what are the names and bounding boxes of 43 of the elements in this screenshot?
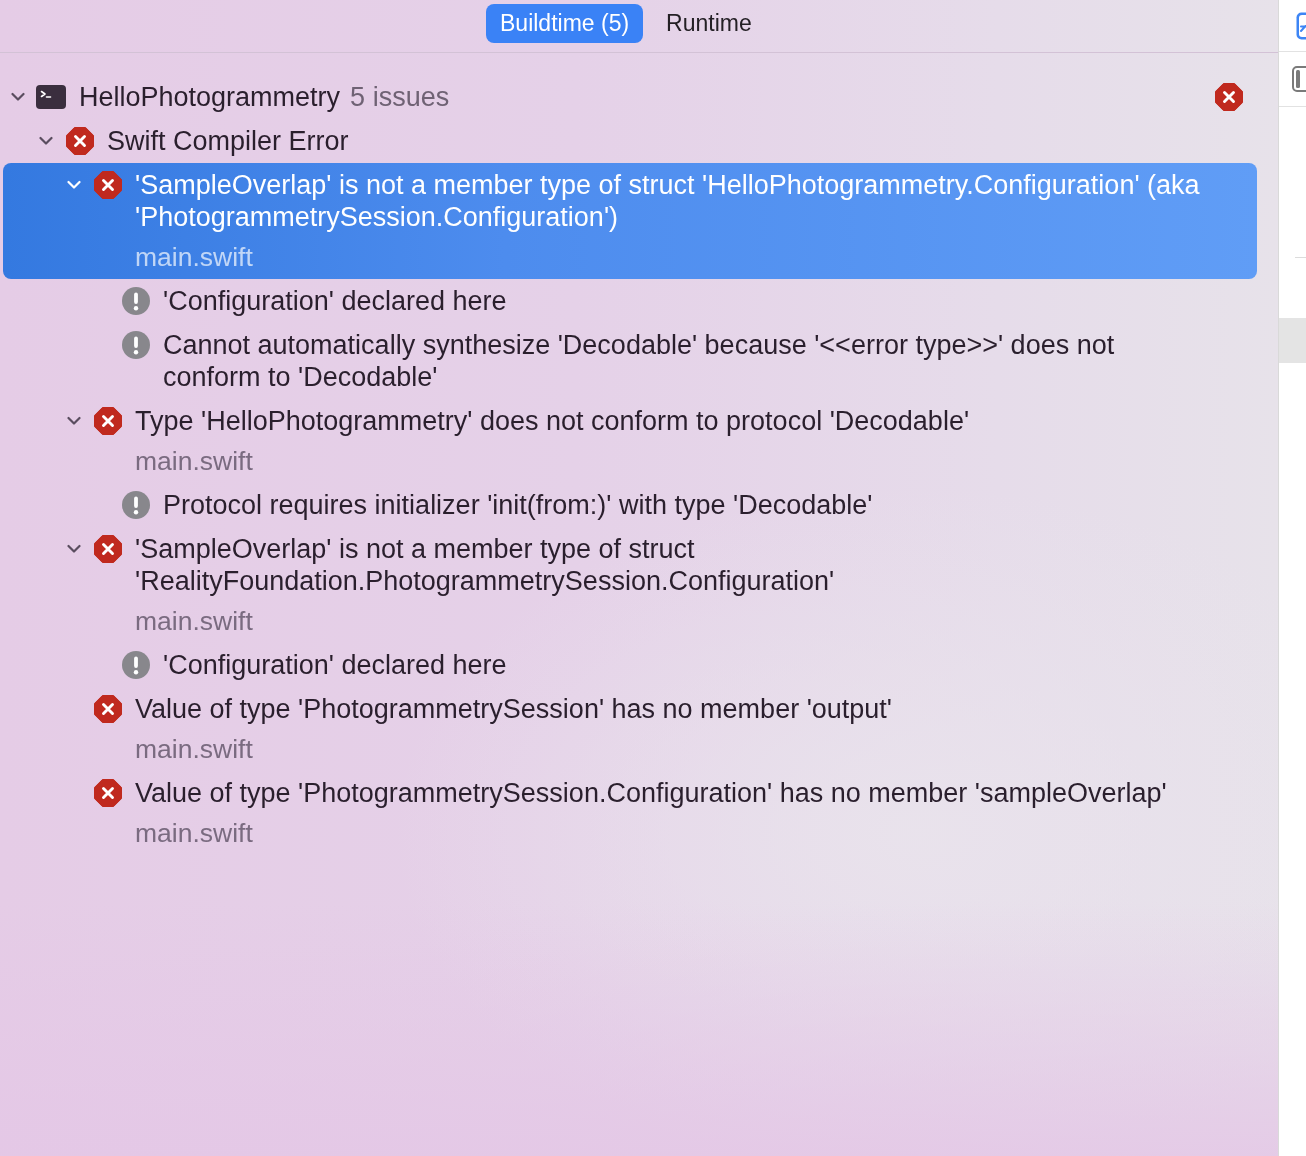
- file-name: main.swift: [135, 817, 253, 849]
- project-name: HelloPhotogrammetry: [79, 81, 341, 113]
- error-message: Type 'HelloPhotogrammetry' does not conform to protocol 'Decodable': [135, 405, 970, 437]
- exclamation-icon: [122, 287, 150, 315]
- tab[interactable]: Runtime: [652, 4, 766, 43]
- file-name: main.swift: [135, 241, 253, 273]
- note-message: 'Configuration' declared here: [163, 649, 507, 681]
- sidebar-icon[interactable]: [1292, 66, 1306, 92]
- file-name: main.swift: [135, 605, 253, 637]
- error-icon: [94, 779, 122, 807]
- square-icon[interactable]: [1296, 11, 1306, 40]
- tree-row[interactable]: Swift Compiler Error: [3, 119, 1257, 163]
- error-icon: [94, 171, 122, 199]
- error-message: Value of type 'PhotogrammetrySession' has no member 'output': [135, 693, 892, 725]
- exclamation-icon: [122, 331, 150, 359]
- file-name: main.swift: [135, 733, 253, 765]
- error-message: Value of type 'PhotogrammetrySession.Configuration' has no member 'sampleOverlap': [135, 777, 1167, 809]
- tree-row[interactable]: 'Configuration' declared here: [3, 279, 1257, 323]
- tree-row[interactable]: Cannot automatically synthesize 'Decodable' because '<<error type>>' does not conform to 'Decodable': [3, 323, 1257, 399]
- tree-row[interactable]: Type 'HelloPhotogrammetry' does not conform to protocol 'Decodable' main.swift: [3, 399, 1257, 483]
- file-name: main.swift: [135, 445, 253, 477]
- issue-count: 5 issues: [350, 81, 450, 113]
- error-icon: [94, 407, 122, 435]
- exclamation-icon: [122, 651, 150, 679]
- tree-row[interactable]: 'SampleOverlap' is not a member type of struct 'HelloPhotogrammetry.Configuration' (aka 'PhotogrammetrySession.Configuration') main.swift: [3, 163, 1257, 279]
- error-message: 'SampleOverlap' is not a member type of struct 'RealityFoundation.PhotogrammetrySession.Configuration': [135, 533, 836, 597]
- tree-row[interactable]: 'SampleOverlap' is not a member type of struct 'RealityFoundation.PhotogrammetrySession.Configuration' main.swift: [3, 527, 1257, 643]
- tree-row[interactable]: HelloPhotogrammetry 5 issues: [3, 75, 1257, 119]
- tree-row[interactable]: Value of type 'PhotogrammetrySession.Configuration' has no member 'sampleOverlap' main.swift: [3, 771, 1257, 855]
- note-message: Protocol requires initializer 'init(from:)' with type 'Decodable': [163, 489, 873, 521]
- note-message: 'Configuration' declared here: [163, 285, 507, 317]
- category-label: Swift Compiler Error: [107, 125, 349, 157]
- error-icon: [94, 695, 122, 723]
- terminal-icon: [36, 85, 66, 109]
- exclamation-icon: [122, 491, 150, 519]
- error-message: 'SampleOverlap' is not a member type of struct 'HelloPhotogrammetry.Configuration' (aka 'PhotogrammetrySession.Configuration'): [135, 169, 1201, 233]
- error-icon: [94, 535, 122, 563]
- tab[interactable]: Buildtime (5): [486, 4, 644, 43]
- error-icon: [66, 127, 94, 155]
- tree-row[interactable]: Protocol requires initializer 'init(from:)' with type 'Decodable': [3, 483, 1257, 527]
- tree-row[interactable]: Value of type 'PhotogrammetrySession' has no member 'output' main.swift: [3, 687, 1257, 771]
- tree-row[interactable]: 'Configuration' declared here: [3, 643, 1257, 687]
- note-message: Cannot automatically synthesize 'Decodable' because '<<error type>>' does not conform to 'Decodable': [163, 329, 1116, 393]
